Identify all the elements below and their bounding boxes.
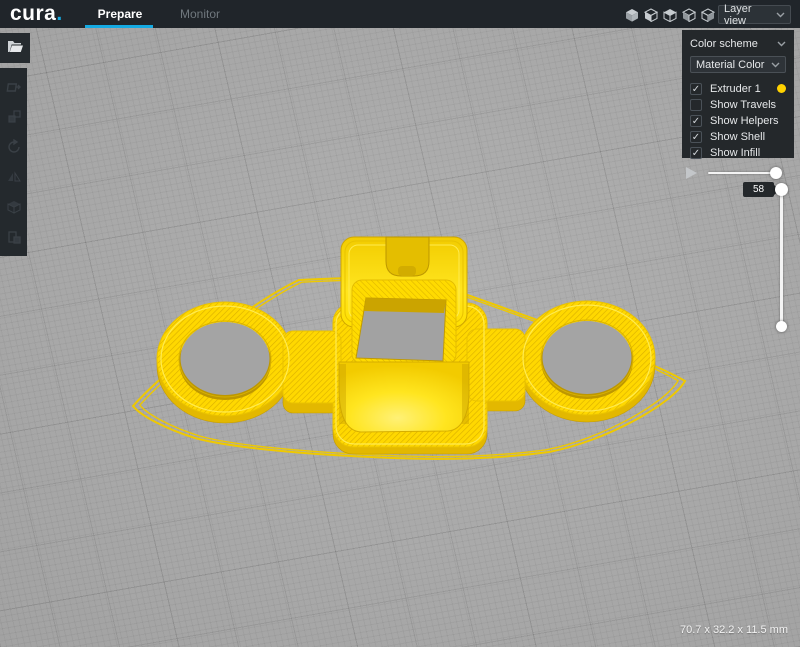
sliced-model-preview[interactable]: [0, 0, 800, 647]
chevron-down-icon: [771, 59, 780, 71]
center-tower: [339, 237, 469, 432]
model-dimensions-label: 70.7 x 32.2 x 11.5 mm: [680, 624, 788, 636]
show-infill-checkbox[interactable]: ✓: [690, 147, 702, 159]
mirror-tool-button[interactable]: [3, 166, 25, 188]
show-shell-row: ✓ Show Shell: [690, 129, 786, 144]
right-view-icon[interactable]: [700, 7, 715, 22]
cura-window: cura. Prepare Monitor: [0, 0, 800, 647]
layer-slider-bottom-handle[interactable]: [776, 321, 787, 332]
layer-view-options: ✓ Extruder 1 Show Travels ✓ Show Helpers…: [690, 81, 786, 160]
simulation-speed-handle[interactable]: [770, 167, 782, 179]
per-model-settings-button[interactable]: [3, 196, 25, 218]
top-bar: cura. Prepare Monitor: [0, 0, 800, 28]
view-mode-value: Layer view: [724, 3, 776, 27]
simulation-speed-track[interactable]: [708, 172, 778, 174]
extruder-1-row: ✓ Extruder 1: [690, 81, 786, 96]
active-tab-underline: [85, 25, 153, 28]
tab-monitor[interactable]: Monitor: [180, 0, 220, 28]
view-settings-panel: Color scheme Material Color ✓ Extruder 1…: [682, 30, 794, 158]
layer-number-tooltip: 58: [743, 182, 774, 197]
tab-prepare[interactable]: Prepare: [95, 0, 145, 28]
extruder-1-checkbox[interactable]: ✓: [690, 83, 702, 95]
chevron-down-icon: [777, 38, 786, 50]
layer-slider-top-handle[interactable]: [775, 183, 788, 196]
show-shell-checkbox[interactable]: ✓: [690, 131, 702, 143]
show-travels-label: Show Travels: [710, 99, 776, 111]
scale-tool-button[interactable]: [3, 106, 25, 128]
show-infill-label: Show Infill: [710, 147, 760, 159]
view-mode-dropdown[interactable]: Layer view: [718, 5, 791, 24]
cura-logo: cura.: [10, 0, 63, 28]
color-scheme-header[interactable]: Color scheme: [690, 37, 786, 51]
camera-view-buttons: [624, 7, 715, 22]
color-scheme-label: Color scheme: [690, 38, 758, 50]
move-tool-button[interactable]: [3, 76, 25, 98]
extruder-1-color-swatch[interactable]: [777, 84, 786, 93]
show-shell-label: Show Shell: [710, 131, 765, 143]
extruder-1-label: Extruder 1: [710, 83, 761, 95]
chevron-down-icon: [776, 9, 785, 21]
left-view-icon[interactable]: [681, 7, 696, 22]
support-blocker-button[interactable]: [3, 226, 25, 248]
top-view-icon[interactable]: [662, 7, 677, 22]
layer-slider-track[interactable]: [780, 189, 783, 327]
open-folder-icon: [7, 39, 24, 58]
layer-number-value: 58: [753, 184, 764, 195]
color-scheme-value: Material Color: [696, 59, 764, 71]
show-travels-checkbox[interactable]: [690, 99, 702, 111]
color-scheme-select[interactable]: Material Color: [690, 56, 786, 73]
show-helpers-label: Show Helpers: [710, 115, 778, 127]
show-helpers-row: ✓ Show Helpers: [690, 113, 786, 128]
show-infill-row: ✓ Show Infill: [690, 145, 786, 160]
open-file-button[interactable]: [0, 33, 30, 63]
front-view-icon[interactable]: [643, 7, 658, 22]
play-button[interactable]: [684, 166, 698, 180]
show-helpers-checkbox[interactable]: ✓: [690, 115, 702, 127]
show-travels-row: Show Travels: [690, 97, 786, 112]
rotate-tool-button[interactable]: [3, 136, 25, 158]
3d-view-icon[interactable]: [624, 7, 639, 22]
tool-strip: [0, 68, 27, 256]
